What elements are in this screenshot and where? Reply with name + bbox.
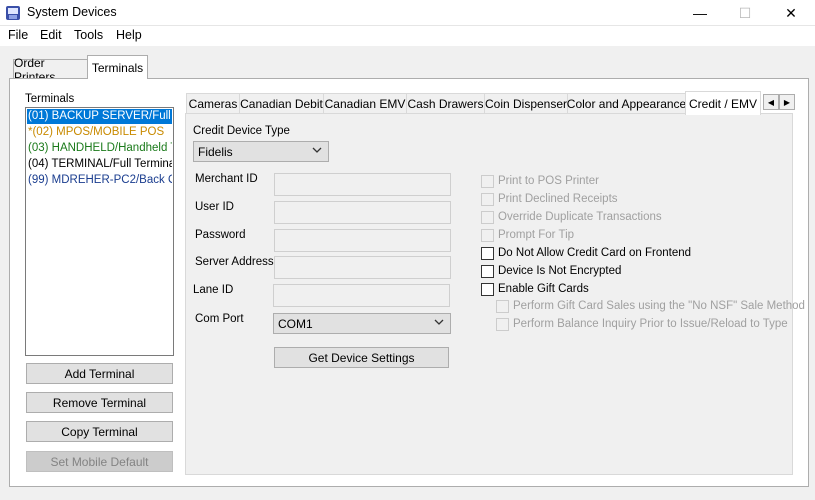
maximize-icon: ☐	[738, 4, 752, 21]
minimize-button[interactable]: —	[677, 0, 723, 26]
tab-canadian-emv[interactable]: Canadian EMV	[323, 93, 407, 114]
app-icon	[6, 6, 20, 20]
checkbox-box	[481, 192, 494, 206]
checkbox-label: Print to POS Printer	[498, 175, 599, 187]
checkbox-box[interactable]	[481, 264, 494, 278]
checkbox-box[interactable]	[481, 282, 494, 296]
title-bar: System Devices — ☐ ✕	[0, 0, 815, 26]
checkbox-label[interactable]: Do Not Allow Credit Card on Frontend	[498, 247, 691, 259]
tab-order-printers[interactable]: Order Printers	[13, 56, 88, 84]
chevron-down-icon	[312, 147, 322, 153]
maximize-button[interactable]: ☐	[722, 0, 768, 26]
credit-device-type-select[interactable]: Fidelis	[193, 141, 329, 162]
close-button[interactable]: ✕	[768, 0, 814, 26]
checkbox-label: Perform Gift Card Sales using the "No NS…	[513, 300, 805, 312]
password-field	[274, 229, 451, 252]
tab-scroll-left-button[interactable]: ◀	[763, 94, 779, 110]
user-id-field	[274, 201, 451, 224]
password-label: Password	[195, 229, 246, 241]
menu-file[interactable]: File	[8, 28, 28, 42]
checkbox-box	[481, 174, 494, 188]
checkbox-label[interactable]: Device Is Not Encrypted	[498, 265, 621, 277]
tab-coin-dispenser[interactable]: Coin Dispenser	[484, 93, 568, 114]
lane-id-label: Lane ID	[193, 284, 234, 296]
terminals-label: Terminals	[25, 93, 75, 105]
override-duplicate-transactions-checkbox: Override Duplicate Transactions	[481, 210, 662, 224]
server-address-field	[274, 256, 451, 279]
checkbox-box	[481, 210, 494, 224]
menu-help[interactable]: Help	[116, 28, 142, 42]
checkbox-box	[496, 299, 509, 313]
add-terminal-button[interactable]: Add Terminal	[26, 363, 173, 384]
merchant-id-label: Merchant ID	[195, 173, 258, 185]
copy-terminal-button[interactable]: Copy Terminal	[26, 421, 173, 442]
balance-inquiry-checkbox: Perform Balance Inquiry Prior to Issue/R…	[496, 317, 788, 331]
checkbox-box	[481, 228, 494, 242]
user-id-label: User ID	[195, 201, 234, 213]
print-to-pos-printer-checkbox: Print to POS Printer	[481, 174, 599, 188]
terminal-list-item[interactable]: (01) BACKUP SERVER/Full Terminal	[27, 109, 172, 124]
chevron-down-icon	[434, 319, 444, 325]
tab-color-and-appearance[interactable]: Color and Appearance	[567, 93, 686, 114]
do-not-allow-credit-card-checkbox[interactable]: Do Not Allow Credit Card on Frontend	[481, 246, 691, 260]
arrow-right-icon: ▶	[783, 97, 791, 107]
com-port-value: COM1	[278, 316, 313, 331]
minimize-icon: —	[693, 5, 707, 21]
terminal-list[interactable]: (01) BACKUP SERVER/Full Terminal *(02) M…	[25, 107, 174, 356]
get-device-settings-button[interactable]: Get Device Settings	[274, 347, 449, 368]
tab-canadian-debit[interactable]: Canadian Debit	[239, 93, 324, 114]
arrow-left-icon: ◀	[767, 97, 775, 107]
checkbox-label[interactable]: Enable Gift Cards	[498, 283, 589, 295]
print-declined-receipts-checkbox: Print Declined Receipts	[481, 192, 618, 206]
tab-scroll-right-button[interactable]: ▶	[779, 94, 795, 110]
credit-device-type-value: Fidelis	[198, 144, 233, 159]
credit-device-type-label: Credit Device Type	[193, 125, 290, 137]
menu-edit[interactable]: Edit	[40, 28, 62, 42]
lane-id-field	[273, 284, 450, 307]
tab-cash-drawers[interactable]: Cash Drawers	[406, 93, 485, 114]
terminal-list-item[interactable]: *(02) MPOS/MOBILE POS	[27, 125, 172, 140]
checkbox-label: Perform Balance Inquiry Prior to Issue/R…	[513, 318, 788, 330]
checkbox-box	[496, 317, 509, 331]
prompt-for-tip-checkbox: Prompt For Tip	[481, 228, 574, 242]
merchant-id-field	[274, 173, 451, 196]
terminal-list-item[interactable]: (03) HANDHELD/Handheld Terminal	[27, 141, 172, 156]
window-title: System Devices	[27, 5, 117, 19]
gift-card-no-nsf-checkbox: Perform Gift Card Sales using the "No NS…	[496, 299, 805, 313]
tab-terminals[interactable]: Terminals	[87, 55, 148, 79]
close-icon: ✕	[785, 4, 797, 21]
device-not-encrypted-checkbox[interactable]: Device Is Not Encrypted	[481, 264, 621, 278]
tab-credit-emv[interactable]: Credit / EMV	[685, 91, 761, 115]
com-port-label: Com Port	[195, 313, 244, 325]
terminal-list-item[interactable]: (99) MDREHER-PC2/Back Office	[27, 173, 172, 188]
tab-cameras[interactable]: Cameras	[186, 93, 240, 114]
menu-bar: File Edit Tools Help	[0, 26, 815, 46]
checkbox-label: Prompt For Tip	[498, 229, 575, 241]
com-port-select[interactable]: COM1	[273, 313, 451, 334]
checkbox-label: Print Declined Receipts	[498, 193, 618, 205]
server-address-label: Server Address	[195, 256, 274, 268]
set-mobile-default-button: Set Mobile Default	[26, 451, 173, 472]
checkbox-box[interactable]	[481, 246, 494, 260]
enable-gift-cards-checkbox[interactable]: Enable Gift Cards	[481, 282, 589, 296]
menu-tools[interactable]: Tools	[74, 28, 103, 42]
remove-terminal-button[interactable]: Remove Terminal	[26, 392, 173, 413]
terminal-list-item[interactable]: (04) TERMINAL/Full Terminal	[27, 157, 172, 172]
checkbox-label: Override Duplicate Transactions	[498, 211, 662, 223]
